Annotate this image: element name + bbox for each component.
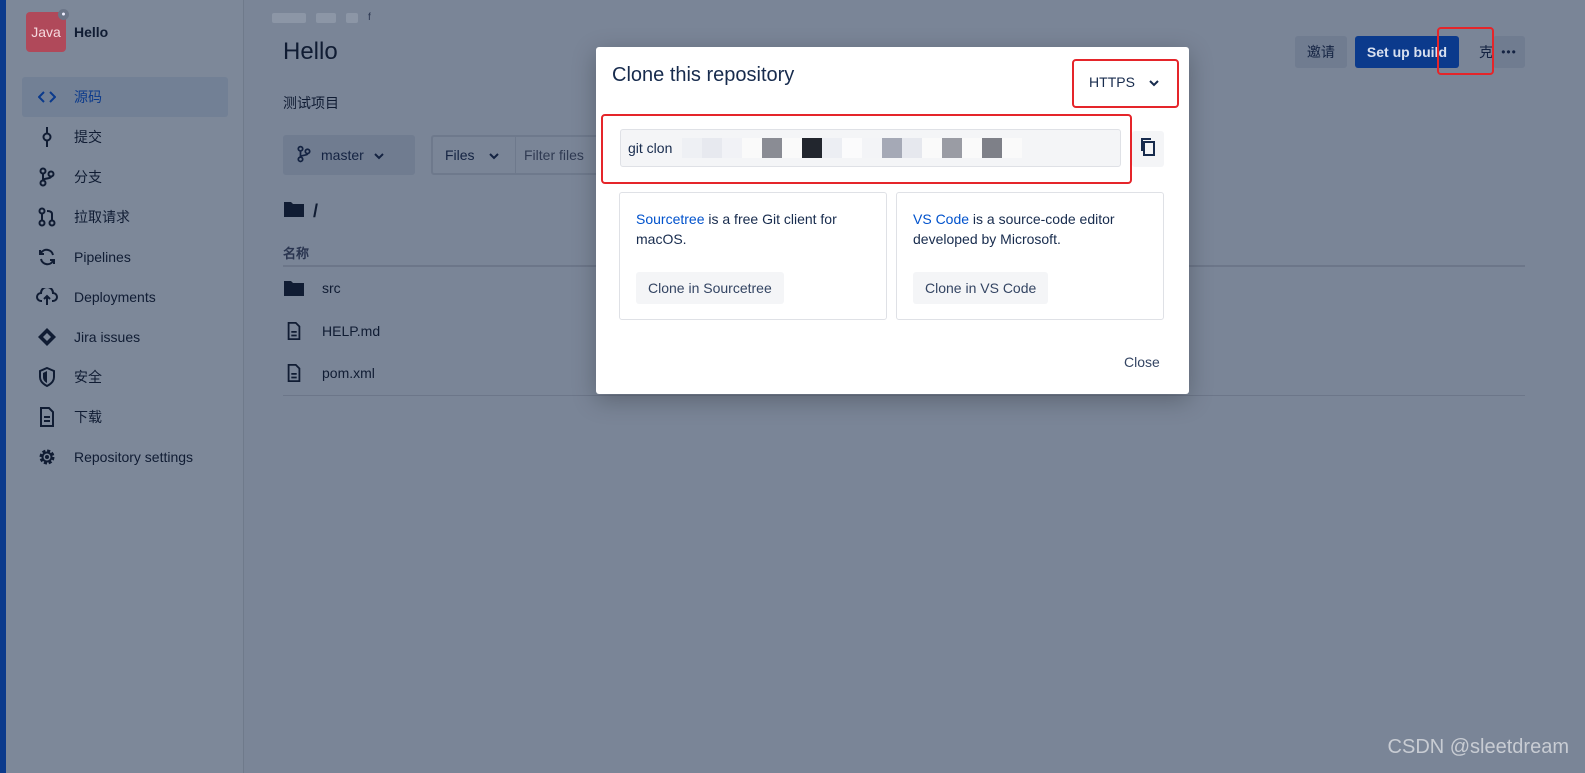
breadcrumb[interactable]: f (272, 12, 371, 23)
folder-icon (283, 200, 305, 223)
sidebar-item-label: Pipelines (74, 249, 131, 265)
clone-button-highlight (1437, 27, 1494, 75)
sidebar-item-pipelines[interactable]: Pipelines (22, 237, 228, 277)
list-divider (283, 395, 1525, 396)
files-label: Files (445, 147, 475, 163)
sidebar-item-deployments[interactable]: Deployments (22, 277, 228, 317)
avatar-text: Java (31, 24, 61, 40)
sidebar-item-label: Repository settings (74, 449, 194, 465)
clone-in-sourcetree-button[interactable]: Clone in Sourcetree (636, 272, 784, 304)
sidebar-item-label: 下载 (74, 409, 102, 425)
folder-icon (283, 279, 305, 297)
file-icon (283, 364, 305, 382)
file-filter-group: Files Filter files (431, 135, 601, 175)
page-title: Hello (283, 38, 338, 65)
sidebar-item-repository-settings[interactable]: Repository settings (22, 437, 228, 477)
invite-button[interactable]: 邀请 (1294, 36, 1347, 68)
branch-name: master (321, 147, 364, 163)
sidebar-item-commits[interactable]: 提交 (22, 117, 228, 157)
copy-button[interactable] (1132, 131, 1164, 167)
file-name: HELP.md (322, 323, 381, 339)
sidebar-item-security[interactable]: 安全 (22, 357, 228, 397)
sidebar-item-label: Jira issues (74, 329, 141, 345)
chevron-down-icon (488, 147, 499, 163)
current-path: / (283, 200, 318, 223)
branch-icon (36, 166, 58, 188)
file-name: src (322, 280, 341, 296)
breadcrumb-redacted (346, 12, 358, 23)
sourcetree-link[interactable]: Sourcetree (636, 211, 704, 227)
file-icon (283, 322, 305, 340)
pull-request-icon (36, 206, 58, 228)
filter-files-input[interactable]: Filter files (516, 147, 584, 163)
sidebar-item-source[interactable]: 源码 (22, 77, 228, 117)
close-button[interactable]: Close (1119, 350, 1165, 374)
watermark: CSDN @sleetdream (1387, 736, 1569, 758)
sidebar-item-jira-issues[interactable]: Jira issues (22, 317, 228, 357)
sidebar-item-label: 拉取请求 (74, 209, 130, 225)
branch-icon (297, 145, 311, 166)
breadcrumb-fragment: f (368, 12, 371, 23)
sidebar-item-branches[interactable]: 分支 (22, 157, 228, 197)
breadcrumb-redacted (272, 12, 306, 23)
file-name: pom.xml (322, 365, 375, 381)
vscode-link[interactable]: VS Code (913, 211, 969, 227)
code-icon (36, 86, 58, 108)
sidebar: Java ● Hello 源码 提交 分支 拉取请求 Pipelines Dep… (6, 0, 244, 773)
sidebar-nav: 源码 提交 分支 拉取请求 Pipelines Deployments Jira… (22, 77, 228, 477)
chevron-down-icon (374, 147, 384, 163)
pipelines-icon (36, 246, 58, 268)
clone-command-highlight (601, 114, 1132, 184)
repo-description: 测试项目 (283, 95, 339, 111)
gear-icon (36, 446, 58, 468)
branch-selector[interactable]: master (283, 135, 415, 175)
copy-icon (1140, 137, 1156, 162)
sidebar-item-downloads[interactable]: 下载 (22, 397, 228, 437)
sidebar-item-label: 提交 (74, 129, 102, 145)
path-text: / (313, 201, 319, 221)
dialog-title: Clone this repository (612, 64, 795, 86)
vscode-card: VS Code is a source-code editor develope… (896, 192, 1164, 320)
sidebar-item-label: Deployments (74, 289, 156, 305)
sourcetree-card: Sourcetree is a free Git client for macO… (619, 192, 887, 320)
project-avatar: Java ● (26, 9, 69, 52)
sidebar-item-label: 分支 (74, 169, 102, 185)
more-actions-button[interactable]: ••• (1493, 36, 1525, 68)
more-icon: ••• (1501, 45, 1517, 59)
breadcrumb-redacted (316, 12, 336, 23)
project-name: Hello (74, 24, 109, 40)
sidebar-item-label: 安全 (74, 369, 102, 385)
sidebar-item-label: 源码 (74, 89, 102, 105)
deployments-icon (36, 286, 58, 308)
commit-icon (36, 126, 58, 148)
jira-icon (36, 326, 58, 348)
lock-icon: ● (58, 9, 69, 20)
files-dropdown[interactable]: Files (433, 137, 516, 173)
clone-in-vscode-button[interactable]: Clone in VS Code (913, 272, 1049, 304)
sidebar-item-pull-requests[interactable]: 拉取请求 (22, 197, 228, 237)
protocol-highlight (1072, 59, 1179, 108)
project-header[interactable]: Java ● Hello (26, 9, 109, 52)
download-icon (36, 406, 58, 428)
shield-icon (36, 366, 58, 388)
